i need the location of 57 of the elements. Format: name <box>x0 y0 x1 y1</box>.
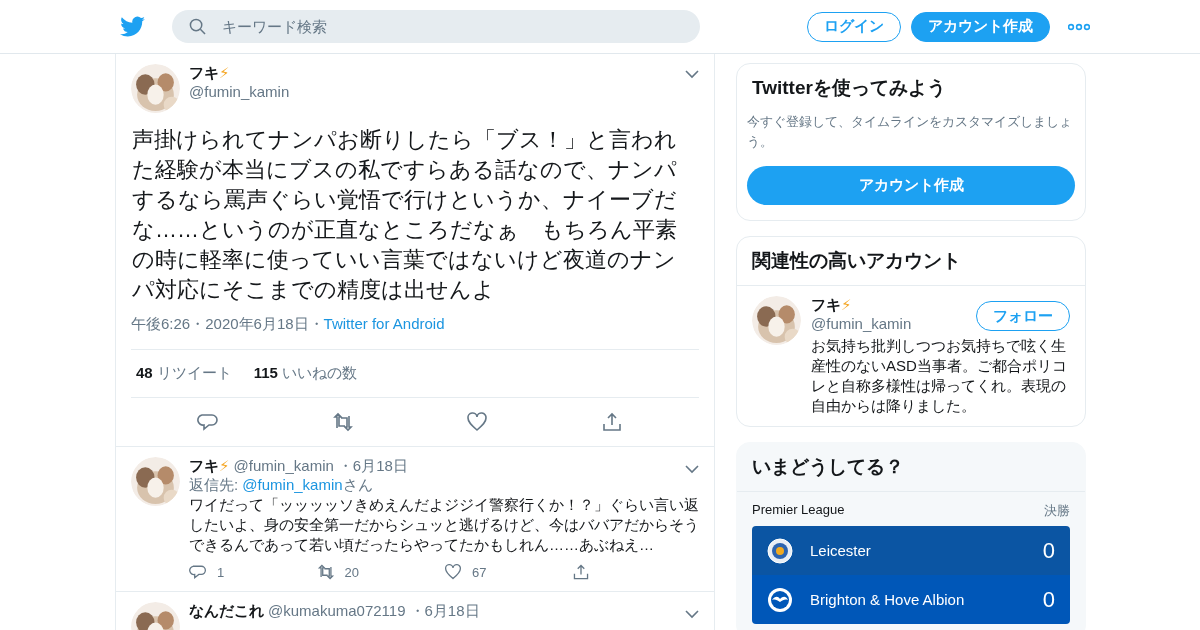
retweet-icon[interactable] <box>316 563 335 581</box>
reply-date: ・6月18日 <box>409 602 480 621</box>
speech-bubble-icon[interactable] <box>197 411 220 433</box>
reply-to-line: 返信先: @fumin_kaminさん <box>189 476 374 495</box>
card-title: 関連性の高いアカウント <box>737 237 1085 286</box>
action-count: 20 <box>344 564 359 580</box>
card-description: 今すぐ登録して、タイムラインをカスタマイズしましょう。 <box>746 113 1073 151</box>
user-name: フキ⚡ <box>189 64 231 83</box>
user-handle: @fumin_kamin <box>811 315 913 332</box>
card-title: Twitterを使ってみよう <box>751 76 947 100</box>
stat-count[interactable]: 115 いいねの数 <box>253 364 357 383</box>
separator-dot: ・ <box>308 315 324 334</box>
tweet-timestamp: 2020年6月18日 <box>205 315 309 334</box>
action-count: 1 <box>217 564 225 580</box>
team-row[interactable]: Brighton & Hove Albion 0 <box>752 575 1070 624</box>
reply-date: ・6月18日 <box>337 457 408 476</box>
tweet-timestamp: 午後6:26 <box>131 315 191 334</box>
follow-button[interactable]: フォロー <box>976 301 1070 331</box>
team-score: 0 <box>1042 586 1055 613</box>
user-name: なんだこれ <box>189 602 264 621</box>
user-handle: @fumin_kamin <box>189 83 291 100</box>
reply-text: ワイだって「ッッッッソきめえんだよジジイ警察行くか！？」ぐらい言い返したいよ、身の安全第一だからシュッと逃げるけど、今はババアだからそうできるんであって若い頃だったらやってたかもしれん……あぶねえ… <box>189 495 699 555</box>
user-name: フキ⚡ <box>811 296 853 315</box>
separator-dot: ・ <box>190 315 206 334</box>
source-link[interactable]: Twitter for Android <box>323 315 445 334</box>
heart-icon[interactable] <box>444 563 462 581</box>
crest-icon <box>767 586 793 613</box>
tweet-text: 声掛けられてナンパお断りしたら「ブス！」と言われた経験が本当にブスの私ですらある話なので、ナンパするなら罵声ぐらい覚悟で行けというか、ナイーブだな……というのが正直なところだなぁ もちろん平素の時に軽率に使っていい言葉ではないけど夜道のナンパ対応にそこまでの精度は出せんよ <box>132 126 678 304</box>
team-name: Leicester <box>810 542 872 559</box>
signup-button[interactable]: アカウント作成 <box>911 11 1050 42</box>
stat-count[interactable]: 48 リツイート <box>136 364 232 383</box>
more-icon[interactable] <box>1068 22 1090 31</box>
user-handle: @fumin_kamin <box>233 457 334 474</box>
login-button[interactable]: ログイン <box>807 11 901 42</box>
search-field[interactable]: キーワード検索 <box>172 10 700 43</box>
league-name: Premier League <box>752 502 845 519</box>
speech-bubble-icon[interactable] <box>189 563 207 581</box>
user-bio: お気持ち批判しつつお気持ちで呟く生産性のないASD当事者。ご都合ポリコレと自称多様性は帰ってくれ。表現の自由からは降りました。 <box>811 336 1068 416</box>
team-name: Brighton & Hove Albion <box>810 591 966 608</box>
share-icon[interactable] <box>571 563 590 581</box>
retweet-icon[interactable] <box>331 411 354 433</box>
team-score: 0 <box>1042 537 1055 564</box>
chevron-down-icon[interactable] <box>685 610 699 619</box>
user-handle: @kumakuma072119 <box>268 602 406 619</box>
action-count: 67 <box>472 564 487 580</box>
team-row[interactable]: Leicester 0 <box>752 526 1070 575</box>
card-title: いまどうしてる？ <box>737 443 1085 492</box>
signup-button[interactable]: アカウント作成 <box>747 166 1075 205</box>
heart-icon[interactable] <box>466 411 489 433</box>
bird-icon[interactable] <box>120 15 146 38</box>
user-name: フキ⚡ <box>189 457 230 476</box>
mention-link[interactable]: @fumin_kamin <box>242 476 343 493</box>
chevron-down-icon[interactable] <box>685 465 699 474</box>
chevron-down-icon[interactable] <box>685 70 699 79</box>
crest-icon <box>767 537 793 564</box>
match-status: 決勝 <box>1044 502 1070 520</box>
share-icon[interactable] <box>600 411 623 433</box>
